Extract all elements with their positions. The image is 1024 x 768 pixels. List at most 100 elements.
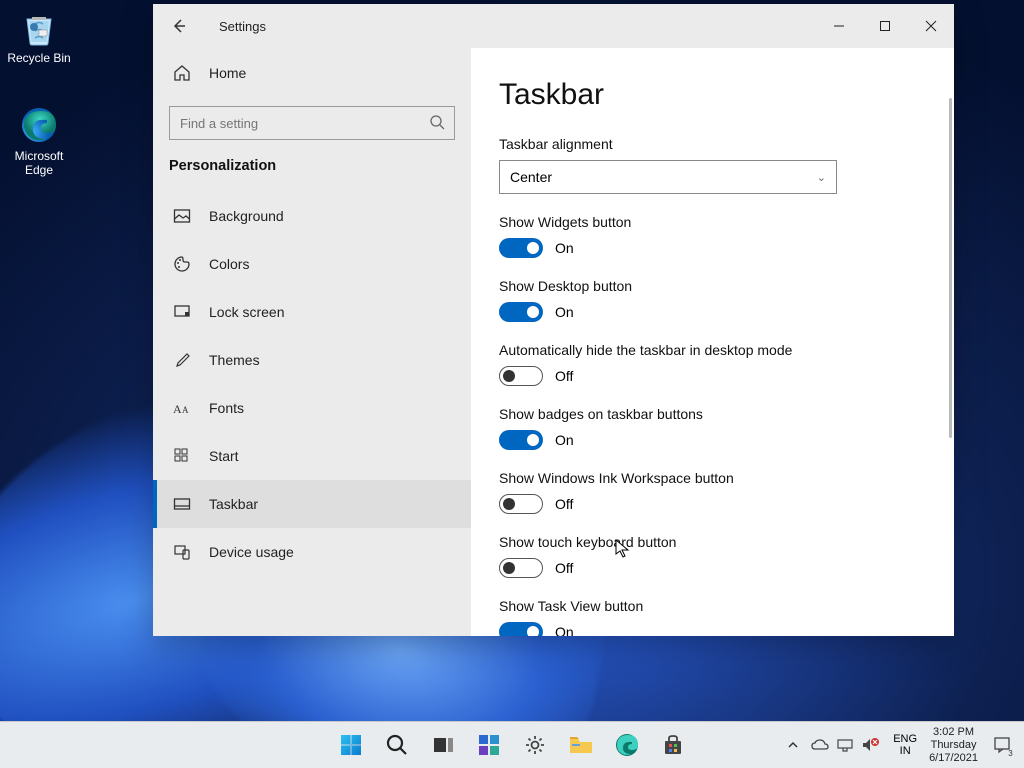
toggle-label: Show Task View button: [499, 598, 926, 614]
clock-time: 3:02 PM: [933, 726, 974, 739]
nav-home-label: Home: [209, 65, 246, 81]
nav-label: Taskbar: [209, 496, 258, 512]
nav-fonts[interactable]: AA Fonts: [153, 384, 471, 432]
lang-bot: IN: [900, 745, 911, 757]
nav-lock-screen[interactable]: Lock screen: [153, 288, 471, 336]
search-button[interactable]: [376, 725, 418, 765]
nav-start[interactable]: Start: [153, 432, 471, 480]
store-button[interactable]: [652, 725, 694, 765]
search-icon: [429, 114, 445, 130]
home-icon: [173, 64, 191, 82]
toggle-state: Off: [555, 496, 573, 512]
toggle-state: On: [555, 304, 574, 320]
minimize-button[interactable]: [816, 4, 862, 48]
nav-background[interactable]: Background: [153, 192, 471, 240]
colors-icon: [173, 255, 191, 273]
close-button[interactable]: [908, 4, 954, 48]
toggle-state: Off: [555, 368, 573, 384]
file-explorer-button[interactable]: [560, 725, 602, 765]
task-view-button[interactable]: [422, 725, 464, 765]
maximize-button[interactable]: [862, 4, 908, 48]
notifications-button[interactable]: 3: [984, 725, 1020, 765]
toggle-state: On: [555, 432, 574, 448]
themes-icon: [173, 351, 191, 369]
desktop-background: Recycle Bin Microsoft Edge Settings: [0, 0, 1024, 768]
toggle-autohide[interactable]: [499, 366, 543, 386]
toggle-touch-kb[interactable]: [499, 558, 543, 578]
nav-label: Colors: [209, 256, 249, 272]
toggle-taskview[interactable]: [499, 622, 543, 636]
nav-themes[interactable]: Themes: [153, 336, 471, 384]
nav-home[interactable]: Home: [153, 52, 471, 94]
search-input[interactable]: [169, 106, 455, 140]
device-usage-icon: [173, 543, 191, 561]
toggle-ink[interactable]: [499, 494, 543, 514]
nav-taskbar[interactable]: Taskbar: [153, 480, 471, 528]
titlebar: Settings: [153, 4, 954, 48]
desktop-icon-edge[interactable]: Microsoft Edge: [3, 105, 75, 177]
desktop-icon-recycle-bin[interactable]: Recycle Bin: [3, 7, 75, 65]
alignment-dropdown[interactable]: Center ⌄: [499, 160, 837, 194]
toggle-state: On: [555, 240, 574, 256]
background-icon: [173, 207, 191, 225]
toggle-widgets[interactable]: [499, 238, 543, 258]
language-indicator[interactable]: ENG IN: [887, 733, 923, 757]
settings-button[interactable]: [514, 725, 556, 765]
tray-overflow[interactable]: [783, 739, 803, 751]
settings-window: Settings Home: [153, 4, 954, 636]
fonts-icon: AA: [173, 399, 191, 417]
edge-button[interactable]: [606, 725, 648, 765]
toggle-state: On: [555, 624, 574, 636]
clock[interactable]: 3:02 PM Thursday 6/17/2021: [923, 726, 984, 765]
hardware-icon[interactable]: [837, 738, 853, 752]
toggle-label: Show touch keyboard button: [499, 534, 926, 550]
nav-label: Start: [209, 448, 239, 464]
nav-label: Lock screen: [209, 304, 284, 320]
lang-top: ENG: [893, 733, 917, 745]
dropdown-value: Center: [510, 169, 552, 185]
toggle-state: Off: [555, 560, 573, 576]
search-wrap: [169, 106, 455, 140]
taskbar: ENG IN 3:02 PM Thursday 6/17/2021 3: [0, 721, 1024, 768]
clock-date: 6/17/2021: [929, 752, 978, 765]
toggle-label: Show badges on taskbar buttons: [499, 406, 926, 422]
back-button[interactable]: [167, 14, 191, 38]
start-button[interactable]: [330, 725, 372, 765]
nav-device-usage[interactable]: Device usage: [153, 528, 471, 576]
start-icon: [173, 447, 191, 465]
window-title: Settings: [219, 19, 266, 34]
clock-day: Thursday: [931, 739, 977, 752]
toggle-label: Show Desktop button: [499, 278, 926, 294]
svg-text:A: A: [182, 405, 189, 415]
chevron-down-icon: ⌄: [817, 171, 826, 184]
nav-label: Themes: [209, 352, 260, 368]
taskbar-icon: [173, 495, 191, 513]
taskbar-center: [330, 725, 694, 765]
scrollbar[interactable]: [949, 98, 952, 438]
settings-sidebar: Home Personalization Background Colors: [153, 48, 471, 636]
lock-screen-icon: [173, 303, 191, 321]
volume-icon[interactable]: [861, 737, 879, 753]
alignment-label: Taskbar alignment: [499, 136, 926, 152]
svg-text:A: A: [173, 402, 182, 416]
nav-colors[interactable]: Colors: [153, 240, 471, 288]
onedrive-icon[interactable]: [811, 738, 829, 752]
recycle-bin-icon: [19, 7, 59, 47]
toggle-label: Automatically hide the taskbar in deskto…: [499, 342, 926, 358]
settings-content: Taskbar Taskbar alignment Center ⌄ Show …: [471, 48, 954, 636]
sidebar-section-header: Personalization: [153, 152, 471, 192]
toggle-label: Show Windows Ink Workspace button: [499, 470, 926, 486]
nav-label: Device usage: [209, 544, 294, 560]
nav-label: Fonts: [209, 400, 244, 416]
notification-badge: 3: [1005, 748, 1016, 759]
system-tray: ENG IN 3:02 PM Thursday 6/17/2021 3: [783, 722, 1020, 768]
desktop-icon-label: Microsoft Edge: [3, 149, 75, 177]
toggle-badges[interactable]: [499, 430, 543, 450]
nav-label: Background: [209, 208, 284, 224]
edge-icon: [19, 105, 59, 145]
widgets-button[interactable]: [468, 725, 510, 765]
toggle-desktop[interactable]: [499, 302, 543, 322]
toggle-label: Show Widgets button: [499, 214, 926, 230]
page-title: Taskbar: [499, 78, 926, 112]
desktop-icon-label: Recycle Bin: [3, 51, 75, 65]
